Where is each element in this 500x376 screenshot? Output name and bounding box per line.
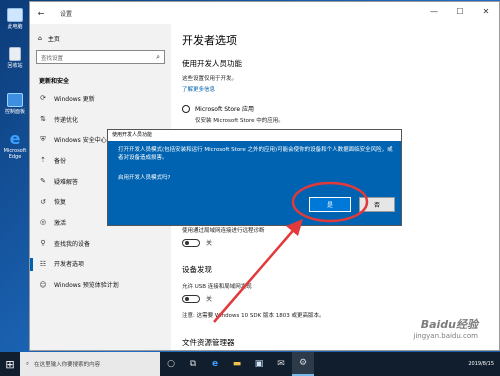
desktop-icon-label: 控制面板 — [4, 109, 25, 115]
sidebar-item-find-my-device[interactable]: ⚲ 查找我的设备 — [30, 233, 171, 254]
toggle-knob — [185, 296, 189, 301]
learn-more-link[interactable]: 了解更多信息 — [182, 85, 215, 93]
desktop-icon-this-pc[interactable]: 此电脑 — [3, 8, 27, 30]
no-button[interactable]: 否 — [359, 197, 395, 212]
dev-features-description: 这些设置仅用于开发。 — [182, 76, 238, 82]
dialog-question: 启用开发人员模式吗? — [118, 175, 171, 181]
dialog-message: 打开开发人员模式(包括安装和运行 Microsoft Store 之外的应用)可… — [118, 147, 393, 161]
page-title: 开发者选项 — [182, 34, 237, 47]
device-discovery-toggle-row: 关 — [182, 294, 212, 303]
back-arrow-icon[interactable]: ← — [30, 9, 52, 18]
sidebar-item-label: 激活 — [54, 219, 67, 227]
taskbar-search-placeholder: 在这里输入你要搜索的内容 — [34, 362, 101, 368]
device-discovery-heading: 设备发现 — [182, 265, 212, 274]
window-title: 设置 — [60, 10, 73, 18]
recycle-bin-icon — [9, 47, 21, 61]
title-bar: ← 设置 — ☐ ✕ — [30, 2, 499, 24]
dev-features-heading: 使用开发人员功能 — [182, 59, 242, 68]
dialog-title: 使用开发人员功能 — [108, 130, 401, 141]
toggle-knob — [185, 240, 189, 245]
computer-icon — [7, 8, 23, 22]
mail-icon[interactable]: ✉ — [270, 352, 292, 376]
sync-icon: ⟳ — [40, 94, 46, 103]
desktop-icon-control-panel[interactable]: 控制面板 — [3, 93, 27, 115]
search-placeholder: 查找设置 — [41, 56, 64, 62]
developer-icon: ☷ — [39, 259, 47, 268]
desktop-icon-label: 回收站 — [7, 63, 23, 69]
watermark-url: jingyan.baidu.com — [413, 332, 478, 340]
control-panel-icon — [7, 93, 23, 107]
device-discovery-description: 允许 USB 连接和局域网发现 — [182, 284, 252, 290]
sidebar-item-label: 疑难解答 — [54, 178, 79, 186]
sidebar-item-windows-insider[interactable]: ☺ Windows 预览体验计划 — [30, 274, 171, 295]
find-device-icon: ⚲ — [40, 239, 46, 248]
sidebar-item-label: 开发者选项 — [54, 261, 85, 269]
recovery-icon: ↺ — [40, 197, 46, 206]
desktop-icon-edge[interactable]: e Microsoft Edge — [3, 129, 27, 161]
desktop-icon-label: 此电脑 — [7, 24, 23, 30]
store-icon[interactable]: ▣ — [248, 352, 270, 376]
settings-search-input[interactable]: 查找设置 ⌕ — [36, 50, 165, 64]
task-switch-icon[interactable]: ⧉ — [182, 352, 204, 376]
taskbar: ⊞ ⌕ 在这里输入你要搜索的内容 ○ ⧉ e ▬ ▣ ✉ ⚙ 2019/8/15 — [0, 352, 500, 376]
sidebar-item-label: 查找我的设备 — [54, 240, 91, 248]
shield-icon: ⛨ — [40, 135, 46, 144]
radio-button[interactable] — [182, 104, 190, 113]
folder-icon[interactable]: ▬ — [226, 352, 248, 376]
sidebar-item-delivery-optimization[interactable]: ⇅ 传递优化 — [30, 109, 171, 130]
sidebar-item-label: Windows 安全中心 — [54, 137, 107, 145]
home-link[interactable]: ⌂ 主页 — [38, 34, 60, 43]
home-icon: ⌂ — [38, 35, 42, 42]
search-icon: ⌕ — [26, 360, 30, 367]
maximize-button[interactable]: ☐ — [447, 2, 473, 22]
file-explorer-heading: 文件资源管理器 — [182, 338, 235, 347]
minimize-button[interactable]: — — [421, 2, 447, 22]
desktop-icon-recycle-bin[interactable]: 回收站 — [3, 47, 27, 69]
search-icon: ⌕ — [156, 53, 160, 61]
remote-diagnostics-toggle-row: 关 — [182, 238, 212, 247]
sidebar-item-label: 恢复 — [54, 199, 67, 207]
edge-icon: e — [9, 129, 21, 148]
wrench-icon: ✎ — [40, 177, 46, 186]
sidebar-item-label: 备份 — [54, 157, 67, 165]
sidebar-item-label: Windows 预览体验计划 — [54, 282, 119, 290]
backup-icon: ⇡ — [40, 156, 46, 165]
edge-icon[interactable]: e — [204, 352, 226, 376]
home-label: 主页 — [47, 36, 60, 43]
sidebar-section-title: 更新和安全 — [39, 78, 70, 85]
remote-diagnostics-description: 使用通过局域网连接进行远程诊断 — [182, 228, 265, 234]
activation-icon: ◎ — [39, 218, 47, 227]
toggle-state-label: 关 — [206, 296, 213, 303]
task-view-icon[interactable]: ○ — [160, 352, 182, 376]
sidebar-item-developer-options[interactable]: ☷ 开发者选项 — [30, 254, 171, 275]
watermark-logo: Baidu经验 — [420, 318, 478, 331]
system-tray: 2019/8/15 — [454, 352, 500, 376]
close-button[interactable]: ✕ — [473, 2, 499, 22]
yes-button[interactable]: 是 — [309, 197, 351, 212]
settings-icon[interactable]: ⚙ — [292, 352, 314, 376]
sidebar-item-windows-update[interactable]: ⟳ Windows 更新 — [30, 88, 171, 109]
sidebar-item-label: Windows 更新 — [54, 95, 95, 103]
option-store-description: 仅安装 Microsoft Store 中的应用。 — [195, 118, 284, 124]
remote-diagnostics-toggle[interactable] — [182, 238, 200, 247]
desktop-icon-label: Microsoft Edge — [3, 148, 27, 160]
device-discovery-toggle[interactable] — [182, 294, 200, 303]
sidebar-item-label: 传递优化 — [54, 116, 79, 124]
windows-start-icon[interactable]: ⊞ — [0, 352, 20, 376]
option-store-apps[interactable]: Microsoft Store 应用 — [182, 104, 254, 113]
option-store-label: Microsoft Store 应用 — [195, 106, 254, 113]
sdk-note: 注意: 这需要 Windows 10 SDK 版本 1803 或更高版本。 — [182, 313, 325, 319]
watermark: Baidu经验 jingyan.baidu.com — [413, 316, 478, 340]
toggle-state-label: 关 — [206, 240, 213, 247]
taskbar-search-box[interactable]: ⌕ 在这里输入你要搜索的内容 — [20, 352, 160, 376]
window-controls: — ☐ ✕ — [421, 2, 499, 22]
delivery-icon: ⇅ — [40, 115, 46, 124]
insider-icon: ☺ — [39, 280, 47, 289]
developer-mode-dialog: 使用开发人员功能 打开开发人员模式(包括安装和运行 Microsoft Stor… — [107, 129, 402, 226]
taskbar-date[interactable]: 2019/8/15 — [454, 361, 494, 367]
